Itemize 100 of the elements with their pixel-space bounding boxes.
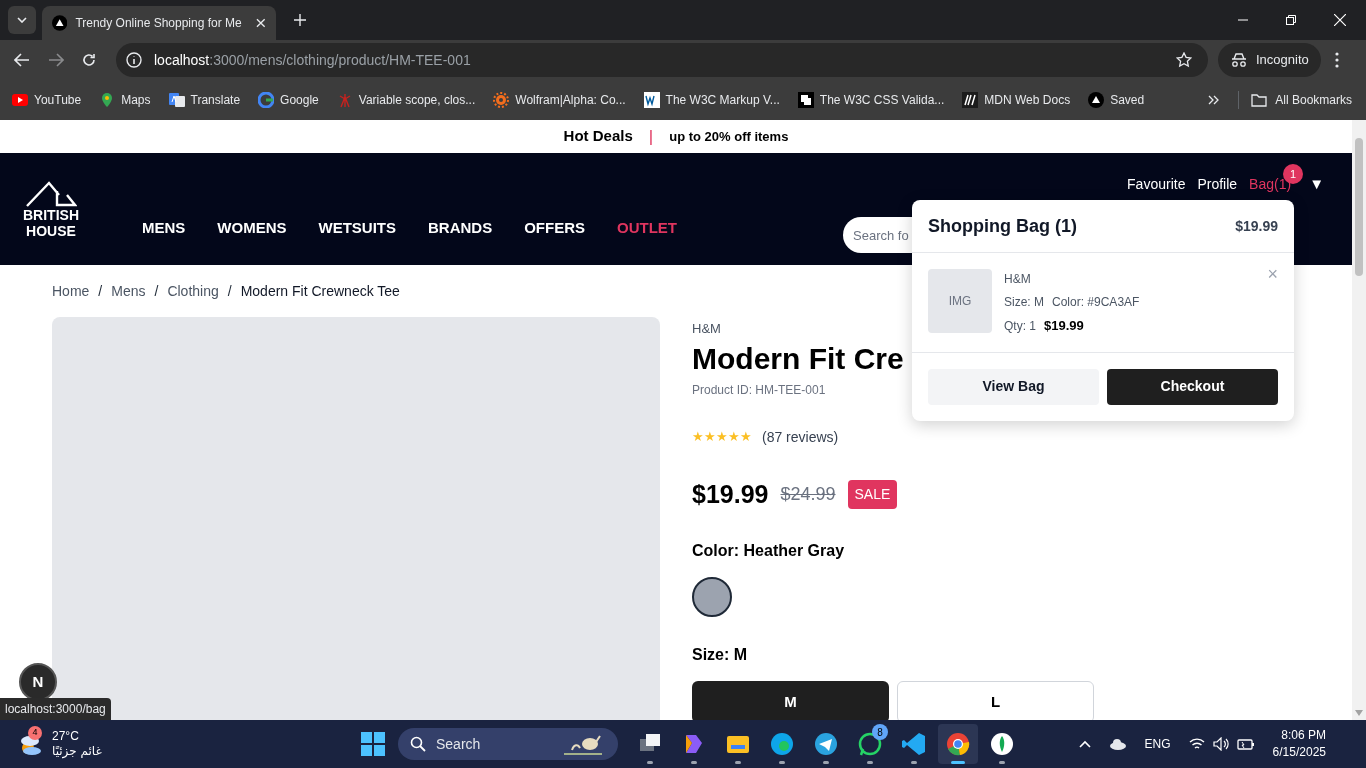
color-swatch[interactable] — [692, 577, 732, 617]
product-title: Modern Fit Cre — [692, 340, 904, 377]
taskbar-app-button[interactable] — [938, 724, 978, 764]
cloud-icon[interactable] — [1108, 738, 1127, 750]
star-icon[interactable] — [1176, 52, 1192, 68]
clock-date[interactable]: 6/15/2025 — [1272, 744, 1326, 761]
image-label: IMG — [948, 293, 972, 310]
mdn-logo-icon — [962, 92, 979, 108]
chevron-up-icon[interactable] — [1078, 740, 1091, 748]
breadcrumb-link[interactable]: Home — [52, 280, 90, 302]
star-icon: ★ — [728, 427, 740, 447]
product-id: Product ID: HM-TEE-001 — [692, 381, 826, 399]
view-bag-button[interactable]: View Bag — [928, 368, 1099, 405]
header-link[interactable]: Favourite — [1127, 173, 1186, 195]
tab-title: Trendy Online Shopping for Me — [75, 15, 243, 32]
star-icon: ★ — [740, 427, 752, 447]
address-bar[interactable]: localhost:3000/mens/clothing/product/HM-TEE-001 — [116, 43, 1208, 77]
bookmark-item[interactable]: Google — [258, 91, 319, 109]
logo-text: HOUSE — [26, 223, 76, 239]
battery-icon[interactable] — [1236, 738, 1255, 750]
bookmark-item[interactable]: The W3C CSS Valida... — [797, 91, 945, 109]
notification-badge: 4 — [28, 726, 42, 740]
item-price: $19.99 — [1044, 317, 1084, 335]
temperature: 27°C — [52, 729, 80, 744]
windows-start-icon[interactable] — [360, 731, 386, 757]
translate-icon — [168, 92, 185, 108]
forward-arrow-icon[interactable] — [48, 53, 64, 67]
plus-icon[interactable] — [294, 14, 306, 26]
all-bookmarks-item[interactable]: All Bookmarks — [1251, 91, 1352, 109]
breadcrumb-link[interactable]: Mens — [111, 280, 146, 302]
nav-link[interactable]: OUTLET — [617, 216, 678, 239]
item-color: Color: #9CA3AF — [1052, 294, 1140, 311]
chevron-double-right-icon[interactable] — [1208, 95, 1221, 105]
taskbar-app-button[interactable]: 8 — [850, 724, 890, 764]
dev-indicator-button[interactable]: N — [19, 663, 57, 701]
nav-link[interactable]: MENS — [142, 216, 186, 239]
bookmark-item[interactable]: Variable scope, clos... — [336, 91, 476, 109]
taskbar-search[interactable]: Search — [398, 728, 618, 760]
triangle-logo-icon — [1088, 92, 1105, 108]
star-icon: ★ — [716, 427, 728, 447]
review-count[interactable]: (87 reviews) — [762, 426, 839, 448]
star-icon: ★ — [704, 427, 716, 447]
product-brand: H&M — [692, 320, 721, 338]
more-menu-icon[interactable] — [1334, 52, 1339, 68]
search-icon — [410, 736, 426, 752]
code-editor-icon — [901, 731, 927, 757]
folder-icon — [1251, 93, 1268, 107]
chevron-down-icon — [17, 17, 27, 23]
menu-toggle[interactable]: ▼ — [1309, 173, 1324, 196]
checkout-button[interactable]: Checkout — [1107, 368, 1278, 405]
bookmark-item[interactable]: Maps — [99, 91, 151, 109]
incognito-button[interactable]: Incognito — [1218, 43, 1321, 77]
notification-badge: 8 — [872, 724, 888, 740]
paper-plane-icon — [813, 731, 839, 757]
triangle-logo-icon — [52, 15, 68, 31]
nav-link[interactable]: WETSUITS — [318, 216, 396, 239]
old-price: $24.99 — [780, 482, 836, 506]
wifi-icon[interactable] — [1188, 738, 1205, 750]
tab-search-button[interactable] — [8, 6, 36, 34]
restore-icon[interactable] — [1286, 15, 1296, 25]
promo-separator: | — [648, 125, 654, 148]
size-option[interactable]: L — [897, 681, 1094, 720]
scrollbar-thumb[interactable] — [1355, 138, 1363, 276]
popup-title: Shopping Bag (1) — [928, 214, 1077, 238]
info-icon — [126, 52, 142, 68]
breadcrumb-separator: / — [154, 281, 159, 301]
header-link[interactable]: Profile — [1197, 173, 1238, 195]
item-quantity: Qty: 1 — [1004, 317, 1036, 335]
bookmark-item[interactable]: Saved — [1088, 91, 1145, 109]
bookmark-item[interactable]: YouTube — [12, 91, 82, 109]
breadcrumb-separator: / — [98, 281, 103, 301]
nav-link[interactable]: BRANDS — [428, 216, 493, 239]
scrollbar-track[interactable] — [1352, 120, 1366, 720]
item-brand: H&M — [1004, 271, 1032, 288]
size-option[interactable]: M — [692, 681, 889, 720]
close-icon[interactable] — [256, 18, 266, 28]
bookmark-item[interactable]: Translate — [168, 91, 241, 109]
reload-icon[interactable] — [82, 53, 96, 67]
promo-text: up to 20% off items — [669, 127, 789, 146]
bookmark-item[interactable]: Wolfram|Alpha: Co... — [493, 91, 626, 109]
breadcrumb-current[interactable]: Modern Fit Crewneck Tee — [240, 280, 400, 302]
nav-link[interactable]: WOMENS — [217, 216, 287, 239]
bookmark-item[interactable]: The W3C Markup V... — [643, 91, 780, 109]
link-preview-tooltip: localhost:3000/bag — [0, 698, 111, 720]
clock-time[interactable]: 8:06 PM — [1281, 727, 1326, 744]
url-text: localhost:3000/mens/clothing/product/HM-TEE-001 — [154, 50, 471, 70]
swirl-logo-icon — [769, 731, 795, 757]
back-arrow-icon[interactable] — [14, 53, 30, 67]
breadcrumb-link[interactable]: Clothing — [167, 280, 219, 302]
browser-tab[interactable]: Trendy Online Shopping for Me — [42, 6, 276, 40]
youtube-icon — [12, 92, 28, 108]
bookmark-item[interactable]: MDN Web Docs — [962, 91, 1071, 109]
language-indicator[interactable]: ENG — [1144, 735, 1171, 753]
nav-link[interactable]: OFFERS — [524, 216, 586, 239]
speaker-icon[interactable] — [1212, 737, 1229, 751]
incognito-icon — [1230, 53, 1248, 67]
leaf-icon — [989, 731, 1015, 757]
breadcrumb-separator: / — [227, 281, 232, 301]
color-label: Color: Heather Gray — [692, 541, 845, 561]
size-label: Size: M — [692, 645, 748, 665]
